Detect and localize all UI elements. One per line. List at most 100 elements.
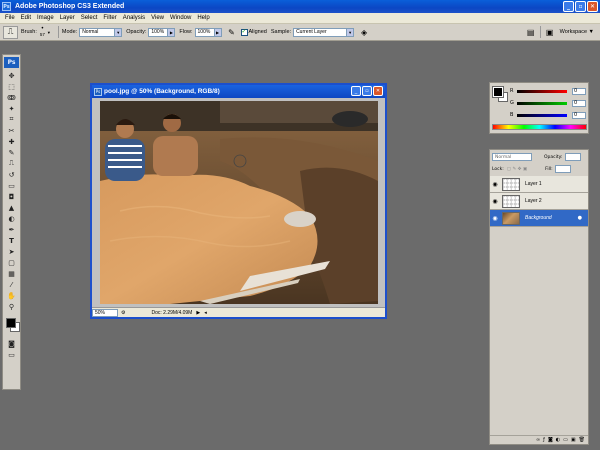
foreground-color-swatch[interactable] [5,318,16,328]
menu-edit[interactable]: Edit [18,15,34,21]
document-size-info: Doc: 2.29M/4.09M [151,309,193,316]
mode-dropdown-icon[interactable]: ▼ [115,27,123,37]
red-slider[interactable] [517,89,567,93]
shape-tool-icon[interactable]: ▢ [4,257,20,268]
marquee-tool-icon[interactable]: ⬚ [4,81,20,92]
eyedropper-tool-icon[interactable]: ⁄ [4,279,20,290]
dodge-tool-icon[interactable]: ◐ [4,213,20,224]
layers-opacity-field[interactable] [564,153,581,161]
green-slider[interactable] [517,101,567,105]
history-brush-tool-icon[interactable]: ↺ [4,169,20,180]
menu-window[interactable]: Window [167,15,194,21]
menu-help[interactable]: Help [194,15,212,21]
horizontal-scroll-left-icon[interactable]: ◂ [204,310,207,316]
screen-mode-icon[interactable]: ▭ [4,349,20,360]
menu-analysis[interactable]: Analysis [120,15,148,21]
blue-value-field[interactable]: 0 [572,111,586,119]
opacity-slider-icon[interactable]: ▶ [168,27,176,37]
blue-slider[interactable] [517,113,567,117]
clone-stamp-tool-icon[interactable]: ⎍ [4,158,20,169]
lock-icons[interactable]: ▢ ✎ ✥ ▣ [507,167,527,172]
pen-tool-icon[interactable]: ✒ [4,224,20,235]
visibility-eye-icon[interactable]: ◉ [490,198,500,205]
slice-tool-icon[interactable]: ✂ [4,125,20,136]
sample-dropdown-icon[interactable]: ▼ [347,27,355,37]
sample-select[interactable]: Current Layer [293,27,348,37]
new-layer-icon[interactable]: ▣ [571,437,576,443]
eraser-tool-icon[interactable]: ▭ [4,180,20,191]
opacity-field[interactable]: 100% [148,27,169,37]
menu-filter[interactable]: Filter [100,15,119,21]
color-swatches[interactable] [4,314,20,332]
document-maximize-button[interactable]: ▫ [362,86,372,96]
flow-option: Flow: 100% ▶ [179,27,222,37]
quick-mask-icon[interactable]: ◙ [4,338,20,349]
paint-bucket-tool-icon[interactable]: ◘ [4,191,20,202]
notes-tool-icon[interactable]: ▦ [4,268,20,279]
menu-file[interactable]: File [2,15,18,21]
document-title-bar[interactable]: Ps pool.jpg @ 50% (Background, RGB/8) _ … [92,85,385,98]
menu-layer[interactable]: Layer [57,15,78,21]
window-controls: _ ▫ ✕ [563,1,598,12]
opacity-option: Opacity: 100% ▶ [126,27,176,37]
zoom-tool-icon[interactable]: ⚲ [4,301,20,312]
app-title-bar: Ps Adobe Photoshop CS3 Extended _ ▫ ✕ [0,0,600,13]
green-value-field[interactable]: 0 [572,99,586,107]
layer-style-icon[interactable]: ƒ [543,437,545,443]
menu-select[interactable]: Select [78,15,101,21]
lasso-tool-icon[interactable]: ↂ [4,92,20,103]
move-tool-icon[interactable]: ✥ [4,70,20,81]
layer-row[interactable]: ◉ Layer 1 [490,176,588,193]
zoom-level-field[interactable]: 50% [92,308,118,317]
close-button[interactable]: ✕ [587,1,598,12]
layers-fill-field[interactable] [554,165,571,173]
status-menu-icon[interactable]: ⚙ [121,310,125,316]
app-title: Adobe Photoshop CS3 Extended [15,3,125,10]
magic-wand-tool-icon[interactable]: ✦ [4,103,20,114]
crop-tool-icon[interactable]: ⌗ [4,114,20,125]
document-close-button[interactable]: ✕ [373,86,383,96]
color-spectrum-bar[interactable] [492,124,587,130]
minimize-button[interactable]: _ [563,1,574,12]
flow-slider-icon[interactable]: ▶ [214,27,222,37]
status-info-arrow-icon[interactable]: ▶ [196,310,200,316]
pool-photo [100,101,378,304]
adjustment-layer-icon[interactable]: ◐ [556,437,560,443]
link-layers-icon[interactable]: ∞ [536,437,540,443]
maximize-button[interactable]: ▫ [575,1,586,12]
workspace-menu[interactable]: Workspace ▼ [560,29,594,35]
layer-row-selected[interactable]: ◉ Background ● [490,210,588,227]
ignore-adjustment-layers-icon[interactable]: ◈ [358,26,370,38]
menu-view[interactable]: View [148,15,167,21]
mode-select[interactable]: Normal [79,27,116,37]
layer-row[interactable]: ◉ Layer 2 [490,193,588,210]
image-canvas[interactable] [100,101,378,304]
aligned-option[interactable]: ✓ Aligned [240,28,267,36]
path-selection-tool-icon[interactable]: ➤ [4,246,20,257]
palette-well-icon[interactable]: ▤ [525,26,537,38]
new-group-icon[interactable]: ▭ [563,437,568,443]
brush-option[interactable]: Brush: • 57 ▼ [21,26,51,37]
hand-tool-icon[interactable]: ✋ [4,290,20,301]
add-mask-icon[interactable]: ◙ [548,437,553,443]
flow-field[interactable]: 100% [194,27,215,37]
menu-image[interactable]: Image [34,15,57,21]
airbrush-icon[interactable]: ✎ [226,26,238,38]
brush-tool-icon[interactable]: ✎ [4,147,20,158]
document-minimize-button[interactable]: _ [351,86,361,96]
layer-blend-mode-select[interactable]: Normal [492,153,532,161]
aligned-checkbox[interactable]: ✓ [240,28,248,36]
clone-stamp-tool-preset-icon[interactable]: ⎍ [3,25,18,39]
brush-picker[interactable]: • 57 [40,26,45,37]
color-panel-foreground-swatch[interactable] [492,86,504,98]
delete-layer-icon[interactable]: 🗑 [579,437,585,443]
go-to-bridge-icon[interactable]: ▣ [544,26,556,38]
healing-brush-tool-icon[interactable]: ✚ [4,136,20,147]
document-window-controls: _ ▫ ✕ [351,86,383,96]
red-value-field[interactable]: 0 [572,87,586,95]
type-tool-icon[interactable]: T [4,235,20,246]
blur-tool-icon[interactable]: ▲ [4,202,20,213]
brush-dropdown-icon[interactable]: ▼ [47,30,51,35]
visibility-eye-icon[interactable]: ◉ [490,181,500,188]
visibility-eye-icon[interactable]: ◉ [490,215,500,222]
